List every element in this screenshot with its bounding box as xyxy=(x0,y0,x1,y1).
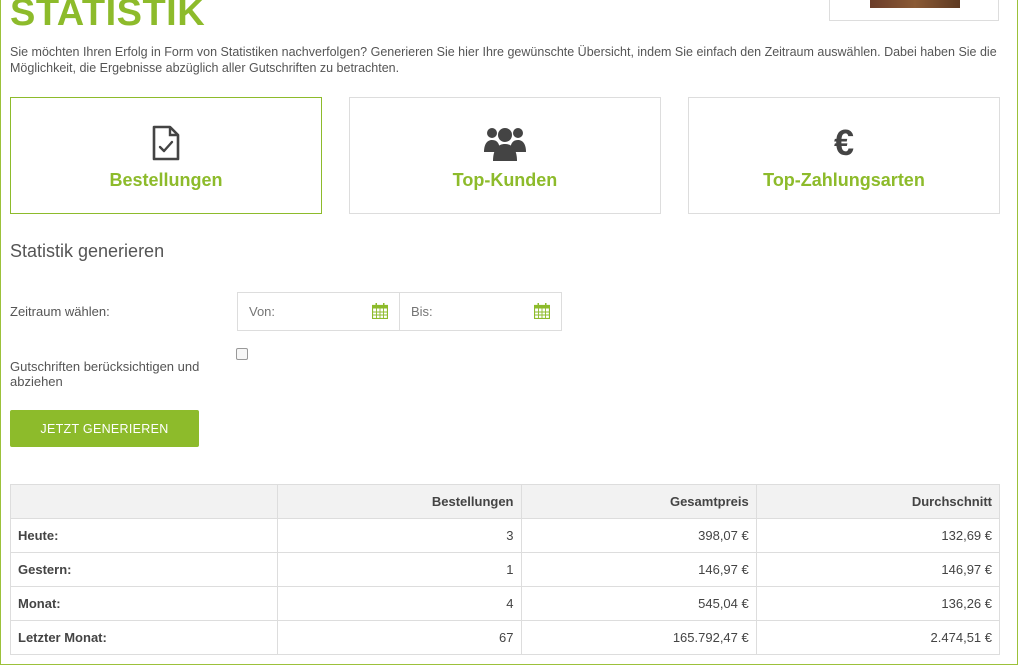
column-header-durchschnitt: Durchschnitt xyxy=(755,484,1001,519)
cell-average: 136,26 € xyxy=(755,586,1001,621)
row-label: Letzter Monat: xyxy=(9,620,279,655)
table-row: Letzter Monat: 67 165.792,47 € 2.474,51 … xyxy=(9,620,1001,655)
cell-total: 398,07 € xyxy=(520,518,757,553)
cell-total: 146,97 € xyxy=(520,552,757,587)
table-header-row: Bestellungen Gesamtpreis Durchschnitt xyxy=(9,484,1001,519)
euro-icon: € xyxy=(833,122,855,163)
calendar-icon[interactable] xyxy=(372,303,388,319)
users-group-icon xyxy=(350,125,660,161)
row-label: Monat: xyxy=(9,586,279,621)
card-bestellungen[interactable]: Bestellungen xyxy=(10,97,322,214)
column-header-gesamtpreis: Gesamtpreis xyxy=(520,484,757,519)
card-top-kunden[interactable]: Top-Kunden xyxy=(349,97,661,214)
cell-total: 545,04 € xyxy=(520,586,757,621)
credit-label: Gutschriften berücksichtigen und abziehe… xyxy=(10,359,200,389)
header-thumbnail xyxy=(829,0,999,21)
column-header-bestellungen: Bestellungen xyxy=(277,484,522,519)
cell-average: 132,69 € xyxy=(755,518,1001,553)
column-header xyxy=(9,484,279,519)
page-intro: Sie möchten Ihren Erfolg in Form von Sta… xyxy=(10,45,997,75)
page-title: STATISTIK xyxy=(10,0,206,34)
date-from-field[interactable] xyxy=(238,293,399,330)
date-to-field[interactable] xyxy=(399,293,561,330)
document-check-icon xyxy=(11,125,321,161)
row-label: Heute: xyxy=(9,518,279,553)
thumbnail-image xyxy=(870,0,960,8)
card-label: Bestellungen xyxy=(109,170,223,190)
cell-orders: 1 xyxy=(277,552,522,587)
cell-orders: 3 xyxy=(277,518,522,553)
section-heading: Statistik generieren xyxy=(10,241,165,261)
cell-orders: 4 xyxy=(277,586,522,621)
period-label: Zeitraum wählen: xyxy=(10,304,110,319)
card-top-zahlungsarten[interactable]: € Top-Zahlungsarten xyxy=(688,97,1000,214)
cell-average: 2.474,51 € xyxy=(755,620,1001,655)
credit-checkbox[interactable] xyxy=(236,348,248,360)
row-label: Gestern: xyxy=(9,552,279,587)
cell-orders: 67 xyxy=(277,620,522,655)
statistics-table: Bestellungen Gesamtpreis Durchschnitt He… xyxy=(9,484,1001,655)
generate-button[interactable]: JETZT GENERIEREN xyxy=(10,410,199,447)
card-label: Top-Kunden xyxy=(452,170,558,190)
table-row: Heute: 3 398,07 € 132,69 € xyxy=(9,518,1001,553)
card-label: Top-Zahlungsarten xyxy=(763,170,925,190)
date-to-input[interactable] xyxy=(400,303,523,320)
table-row: Gestern: 1 146,97 € 146,97 € xyxy=(9,552,1001,587)
date-from-input[interactable] xyxy=(238,303,361,320)
calendar-icon[interactable] xyxy=(534,303,550,319)
table-row: Monat: 4 545,04 € 136,26 € xyxy=(9,586,1001,621)
date-range-picker xyxy=(237,292,562,331)
cell-average: 146,97 € xyxy=(755,552,1001,587)
cell-total: 165.792,47 € xyxy=(520,620,757,655)
